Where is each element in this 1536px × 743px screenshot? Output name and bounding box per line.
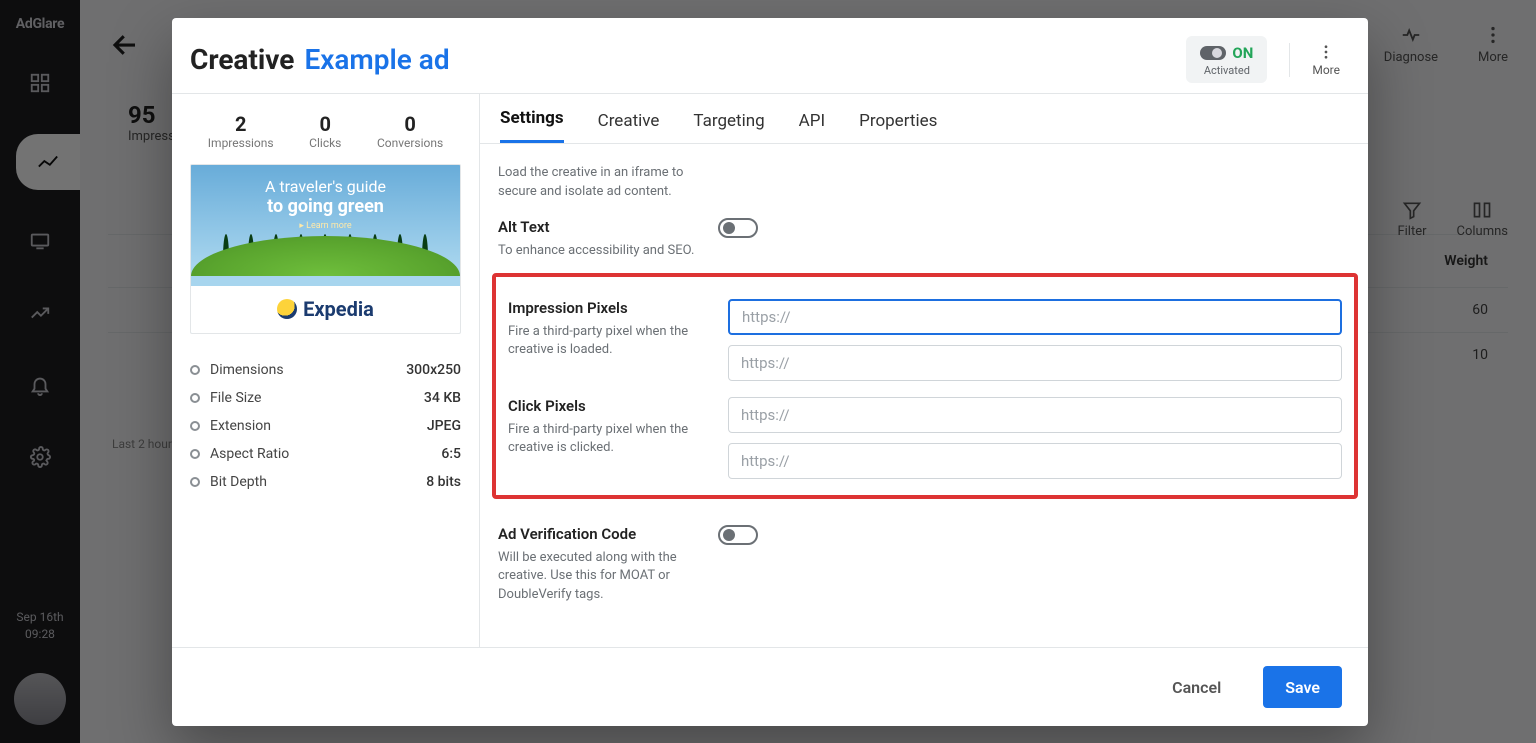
tab-targeting[interactable]: Targeting bbox=[693, 97, 764, 143]
ad-verification-group: Ad Verification Code Will be executed al… bbox=[498, 513, 1354, 610]
divider bbox=[1289, 43, 1290, 77]
creative-name: Example ad bbox=[304, 43, 449, 76]
impression-pixel-input-2[interactable] bbox=[728, 345, 1342, 381]
ad-verification-toggle[interactable] bbox=[718, 525, 758, 545]
dialog-header: Creative Example ad ON Activated More bbox=[172, 18, 1368, 93]
click-pixels-label: Click Pixels bbox=[508, 397, 706, 415]
alt-text-label: Alt Text bbox=[498, 218, 696, 236]
dialog-right-panel: Settings Creative Targeting API Properti… bbox=[480, 94, 1368, 647]
tab-creative[interactable]: Creative bbox=[598, 97, 660, 143]
click-pixels-group: Click Pixels Fire a third-party pixel wh… bbox=[508, 385, 1342, 483]
ad-verification-label: Ad Verification Code bbox=[498, 525, 696, 543]
dialog-footer: Cancel Save bbox=[172, 647, 1368, 726]
impression-pixels-label: Impression Pixels bbox=[508, 299, 706, 317]
mini-stats: 2Impressions 0Clicks 0Conversions bbox=[190, 112, 461, 150]
dialog-left-panel: 2Impressions 0Clicks 0Conversions A trav… bbox=[172, 94, 480, 647]
prop-extension: ExtensionJPEG bbox=[190, 412, 461, 440]
dialog-more-button[interactable]: More bbox=[1312, 43, 1340, 77]
creative-dialog: Creative Example ad ON Activated More 2I… bbox=[172, 18, 1368, 726]
cancel-button[interactable]: Cancel bbox=[1150, 666, 1243, 708]
prop-file-size: File Size34 KB bbox=[190, 384, 461, 412]
impression-pixel-input-1[interactable] bbox=[728, 299, 1342, 335]
save-button[interactable]: Save bbox=[1263, 666, 1342, 708]
settings-scroll[interactable]: Load the creative in an iframe to secure… bbox=[480, 144, 1368, 647]
prop-aspect-ratio: Aspect Ratio6:5 bbox=[190, 440, 461, 468]
click-pixels-desc: Fire a third-party pixel when the creati… bbox=[508, 421, 706, 459]
toggle-switch-icon bbox=[1200, 46, 1226, 60]
tabs: Settings Creative Targeting API Properti… bbox=[480, 94, 1368, 144]
activated-toggle[interactable]: ON Activated bbox=[1186, 36, 1267, 83]
alt-text-group: Alt Text To enhance accessibility and SE… bbox=[498, 206, 1354, 265]
highlighted-pixel-section: Impression Pixels Fire a third-party pix… bbox=[492, 273, 1358, 499]
click-pixel-input-2[interactable] bbox=[728, 443, 1342, 479]
creative-properties: Dimensions300x250 File Size34 KB Extensi… bbox=[190, 356, 461, 496]
ad-verification-desc: Will be executed along with the creative… bbox=[498, 549, 696, 606]
click-pixel-input-1[interactable] bbox=[728, 397, 1342, 433]
creative-preview: A traveler's guide to going green ▸ Lear… bbox=[190, 164, 461, 334]
tab-settings[interactable]: Settings bbox=[500, 94, 564, 143]
prop-dimensions: Dimensions300x250 bbox=[190, 356, 461, 384]
impression-pixels-group: Impression Pixels Fire a third-party pix… bbox=[508, 287, 1342, 385]
dialog-title: Creative Example ad bbox=[190, 43, 450, 76]
alt-text-desc: To enhance accessibility and SEO. bbox=[498, 242, 696, 261]
globe-icon bbox=[277, 299, 297, 319]
iframe-desc: Load the creative in an iframe to secure… bbox=[498, 164, 708, 202]
impression-pixels-desc: Fire a third-party pixel when the creati… bbox=[508, 323, 706, 361]
prop-bit-depth: Bit Depth8 bits bbox=[190, 468, 461, 496]
tab-api[interactable]: API bbox=[799, 97, 825, 143]
alt-text-toggle[interactable] bbox=[718, 218, 758, 238]
tab-properties[interactable]: Properties bbox=[859, 97, 937, 143]
